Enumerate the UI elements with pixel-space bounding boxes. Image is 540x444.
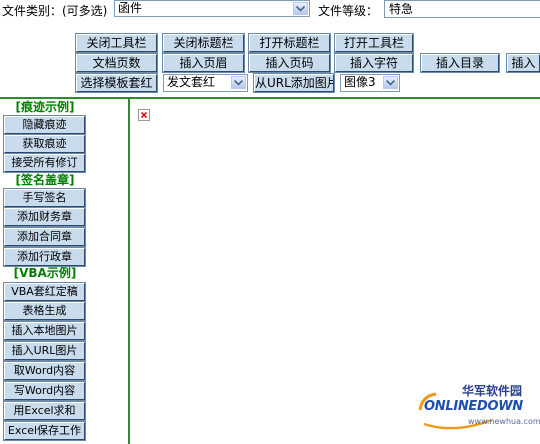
sidebar-item-hide-revisions[interactable]: 隐藏痕迹 — [3, 115, 86, 135]
category-select[interactable]: 函件 — [114, 0, 310, 17]
level-input[interactable]: 特急 — [384, 0, 540, 18]
sidebar-item-get-word-content[interactable]: 取Word内容 — [3, 361, 86, 381]
category-label: 文件类别：(可多选) — [2, 4, 108, 18]
watermark-brand-text: ONLINEDOWN — [424, 399, 523, 414]
insert-toc-button[interactable]: 插入目录 — [420, 53, 500, 73]
sidebar-section-vba-title: [VBA示例] — [13, 266, 77, 280]
sidebar-item-excel-sum[interactable]: 用Excel求和 — [3, 401, 86, 421]
sidebar-section-revisions-title: [痕迹示例] — [15, 100, 75, 114]
watermark-chinese-text: 华军软件园 — [462, 384, 523, 398]
level-label: 文件等级： — [318, 4, 379, 18]
sidebar-item-insert-url-image[interactable]: 插入URL图片 — [3, 341, 86, 361]
template-select-value: 发文套红 — [167, 75, 216, 89]
image-select-value: 图像3 — [344, 75, 376, 89]
onlinedown-watermark: 华军软件园 ONLINEDOWN www.newhua.com — [414, 380, 540, 436]
add-image-from-url-button[interactable]: 从URL添加图片 — [253, 73, 335, 93]
sidebar-item-write-word-content[interactable]: 写Word内容 — [3, 381, 86, 401]
toolbar-divider — [0, 97, 540, 99]
chevron-down-icon[interactable] — [231, 76, 246, 89]
template-select[interactable]: 发文套红 — [163, 74, 248, 92]
doc-pages-button[interactable]: 文档页数 — [75, 53, 158, 73]
image-select[interactable]: 图像3 — [340, 74, 400, 92]
chevron-down-icon[interactable] — [293, 2, 308, 15]
broken-image-icon — [138, 109, 150, 121]
open-titlebar-button[interactable]: 打开标题栏 — [248, 33, 331, 53]
insert-header-button[interactable]: 插入页眉 — [162, 53, 245, 73]
insert-page-number-button[interactable]: 插入页码 — [248, 53, 331, 73]
sidebar-section-signature-title: [签名盖章] — [15, 173, 75, 187]
chevron-down-icon[interactable] — [383, 76, 398, 89]
sidebar-item-handwritten-signature[interactable]: 手写签名 — [3, 188, 86, 208]
open-toolbar-button[interactable]: 打开工具栏 — [334, 33, 414, 53]
close-titlebar-button[interactable]: 关闭标题栏 — [162, 33, 245, 53]
sidebar-item-add-admin-seal[interactable]: 添加行政章 — [3, 247, 86, 267]
sidebar-item-insert-local-image[interactable]: 插入本地图片 — [3, 321, 86, 341]
sidebar-item-vba-finalize[interactable]: VBA套红定稿 — [3, 282, 86, 302]
close-toolbar-button[interactable]: 关闭工具栏 — [75, 33, 158, 53]
sidebar-item-accept-all-revisions[interactable]: 接受所有修订 — [3, 153, 86, 173]
sidebar-divider — [128, 97, 130, 444]
insert-partial-button[interactable]: 插入 — [506, 53, 540, 73]
watermark-url-text: www.newhua.com — [468, 417, 540, 426]
sidebar-item-add-finance-seal[interactable]: 添加财务章 — [3, 207, 86, 227]
select-template-button[interactable]: 选择模板套红 — [75, 73, 158, 93]
category-select-value: 函件 — [118, 1, 143, 15]
sidebar-item-table-generate[interactable]: 表格生成 — [3, 301, 86, 321]
insert-chars-button[interactable]: 插入字符 — [334, 53, 414, 73]
sidebar-item-get-revisions[interactable]: 获取痕迹 — [3, 134, 86, 154]
sidebar-item-add-contract-seal[interactable]: 添加合同章 — [3, 227, 86, 247]
sidebar-item-excel-save-work[interactable]: Excel保存工作 — [3, 421, 86, 441]
